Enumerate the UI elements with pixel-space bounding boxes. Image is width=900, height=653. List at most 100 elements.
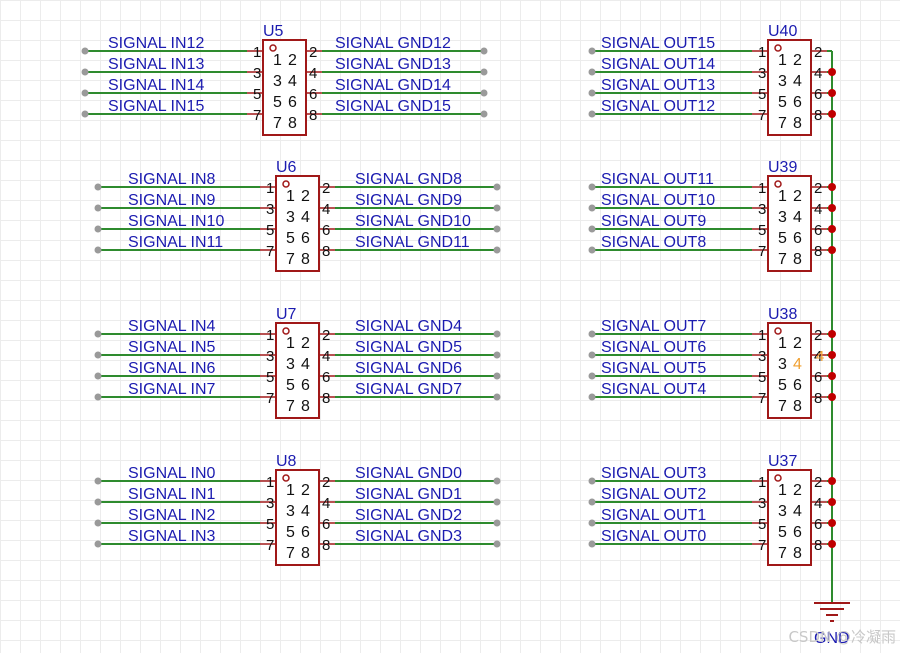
net-label[interactable]: SIGNAL OUT14 [601, 56, 715, 73]
net-label[interactable]: SIGNAL IN15 [108, 98, 204, 115]
pin-number: 8 [814, 537, 822, 554]
component-ref[interactable]: U37 [768, 453, 797, 470]
wire-end-dot [94, 225, 102, 233]
net-label[interactable]: SIGNAL OUT12 [601, 98, 715, 115]
component-body[interactable] [275, 175, 320, 272]
junction-dot [828, 498, 836, 506]
pin-number: 4 [322, 201, 330, 218]
net-label[interactable]: SIGNAL GND1 [355, 486, 462, 503]
net-label[interactable]: SIGNAL OUT5 [601, 360, 706, 377]
component-body[interactable] [767, 175, 812, 272]
net-label[interactable]: SIGNAL IN12 [108, 35, 204, 52]
net-label[interactable]: SIGNAL IN0 [128, 465, 216, 482]
wire-end-dot [81, 47, 89, 55]
pin-number: 3 [266, 348, 274, 365]
net-label[interactable]: SIGNAL IN3 [128, 528, 216, 545]
body-pin-number: 5 [273, 94, 282, 111]
net-label[interactable]: SIGNAL OUT3 [601, 465, 706, 482]
component-ref[interactable]: U38 [768, 306, 797, 323]
net-label[interactable]: SIGNAL IN5 [128, 339, 216, 356]
net-label[interactable]: SIGNAL GND3 [355, 528, 462, 545]
net-label[interactable]: SIGNAL OUT2 [601, 486, 706, 503]
net-label[interactable]: SIGNAL IN4 [128, 318, 216, 335]
body-pin-number: 4 [288, 73, 297, 90]
net-label[interactable]: SIGNAL GND12 [335, 35, 451, 52]
net-label[interactable]: SIGNAL OUT11 [601, 171, 714, 188]
net-label[interactable]: SIGNAL IN10 [128, 213, 224, 230]
net-label[interactable]: SIGNAL OUT0 [601, 528, 706, 545]
net-label[interactable]: SIGNAL OUT1 [601, 507, 706, 524]
net-label[interactable]: SIGNAL IN6 [128, 360, 216, 377]
body-pin-number: 1 [286, 188, 295, 205]
pin-number: 5 [758, 516, 766, 533]
net-label[interactable]: SIGNAL GND0 [355, 465, 462, 482]
component-ref[interactable]: U7 [276, 306, 297, 323]
net-label[interactable]: SIGNAL GND6 [355, 360, 462, 377]
net-label[interactable]: SIGNAL OUT15 [601, 35, 715, 52]
net-label[interactable]: SIGNAL OUT6 [601, 339, 706, 356]
net-label[interactable]: SIGNAL OUT8 [601, 234, 706, 251]
net-label[interactable]: SIGNAL GND2 [355, 507, 462, 524]
body-pin-number: 4 [301, 356, 310, 373]
net-label[interactable]: SIGNAL GND5 [355, 339, 462, 356]
component-ref[interactable]: U8 [276, 453, 297, 470]
component-body[interactable] [275, 322, 320, 419]
component-body[interactable] [275, 469, 320, 566]
component-body[interactable] [767, 39, 812, 136]
net-label[interactable]: SIGNAL IN13 [108, 56, 204, 73]
pin-number: 5 [266, 369, 274, 386]
net-label[interactable]: SIGNAL GND4 [355, 318, 462, 335]
net-label[interactable]: SIGNAL OUT7 [601, 318, 706, 335]
net-label[interactable]: SIGNAL IN11 [128, 234, 223, 251]
component-ref[interactable]: U40 [768, 23, 797, 40]
component-body[interactable] [262, 39, 307, 136]
net-label[interactable]: SIGNAL GND7 [355, 381, 462, 398]
junction-dot [828, 540, 836, 548]
body-pin-number: 4 [301, 503, 310, 520]
body-pin-number: 6 [793, 377, 802, 394]
net-label[interactable]: SIGNAL IN2 [128, 507, 216, 524]
body-pin-number: 8 [301, 545, 310, 562]
net-label[interactable]: SIGNAL GND11 [355, 234, 470, 251]
net-label[interactable]: SIGNAL GND14 [335, 77, 451, 94]
body-pin-number: 1 [778, 188, 787, 205]
body-pin-number: 2 [793, 52, 802, 69]
pin-number: 8 [322, 537, 330, 554]
highlighted-pin-number: 4 [793, 356, 802, 373]
body-pin-number: 5 [286, 230, 295, 247]
wire-end-dot [588, 393, 596, 401]
net-label[interactable]: SIGNAL GND13 [335, 56, 451, 73]
net-label[interactable]: SIGNAL OUT10 [601, 192, 715, 209]
net-label[interactable]: SIGNAL GND8 [355, 171, 462, 188]
net-label[interactable]: SIGNAL OUT13 [601, 77, 715, 94]
net-label[interactable]: SIGNAL IN7 [128, 381, 216, 398]
net-label[interactable]: SIGNAL OUT9 [601, 213, 706, 230]
net-label[interactable]: SIGNAL GND15 [335, 98, 451, 115]
net-label[interactable]: SIGNAL GND10 [355, 213, 471, 230]
wire-end-dot [588, 498, 596, 506]
body-pin-number: 2 [288, 52, 297, 69]
junction-dot [828, 110, 836, 118]
pin-number: 7 [253, 107, 261, 124]
pin-number: 6 [309, 86, 317, 103]
component-ref[interactable]: U6 [276, 159, 297, 176]
pin-number: 7 [266, 390, 274, 407]
net-label[interactable]: SIGNAL IN9 [128, 192, 216, 209]
component-ref[interactable]: U5 [263, 23, 284, 40]
body-pin-number: 7 [286, 251, 295, 268]
component-ref[interactable]: U39 [768, 159, 797, 176]
pin-number: 1 [253, 44, 261, 61]
net-label[interactable]: SIGNAL IN1 [128, 486, 216, 503]
component-body[interactable] [767, 322, 812, 419]
body-pin-number: 5 [778, 94, 787, 111]
pin-number: 8 [814, 390, 822, 407]
net-label[interactable]: SIGNAL IN14 [108, 77, 204, 94]
junction-dot [828, 225, 836, 233]
body-pin-number: 6 [301, 230, 310, 247]
net-label[interactable]: SIGNAL IN8 [128, 171, 216, 188]
net-label[interactable]: SIGNAL OUT4 [601, 381, 706, 398]
pin-number: 6 [814, 86, 822, 103]
net-label[interactable]: SIGNAL GND9 [355, 192, 462, 209]
schematic-canvas[interactable]: SIGNAL IN121SIGNAL IN133SIGNAL IN145SIGN… [0, 0, 900, 653]
component-body[interactable] [767, 469, 812, 566]
